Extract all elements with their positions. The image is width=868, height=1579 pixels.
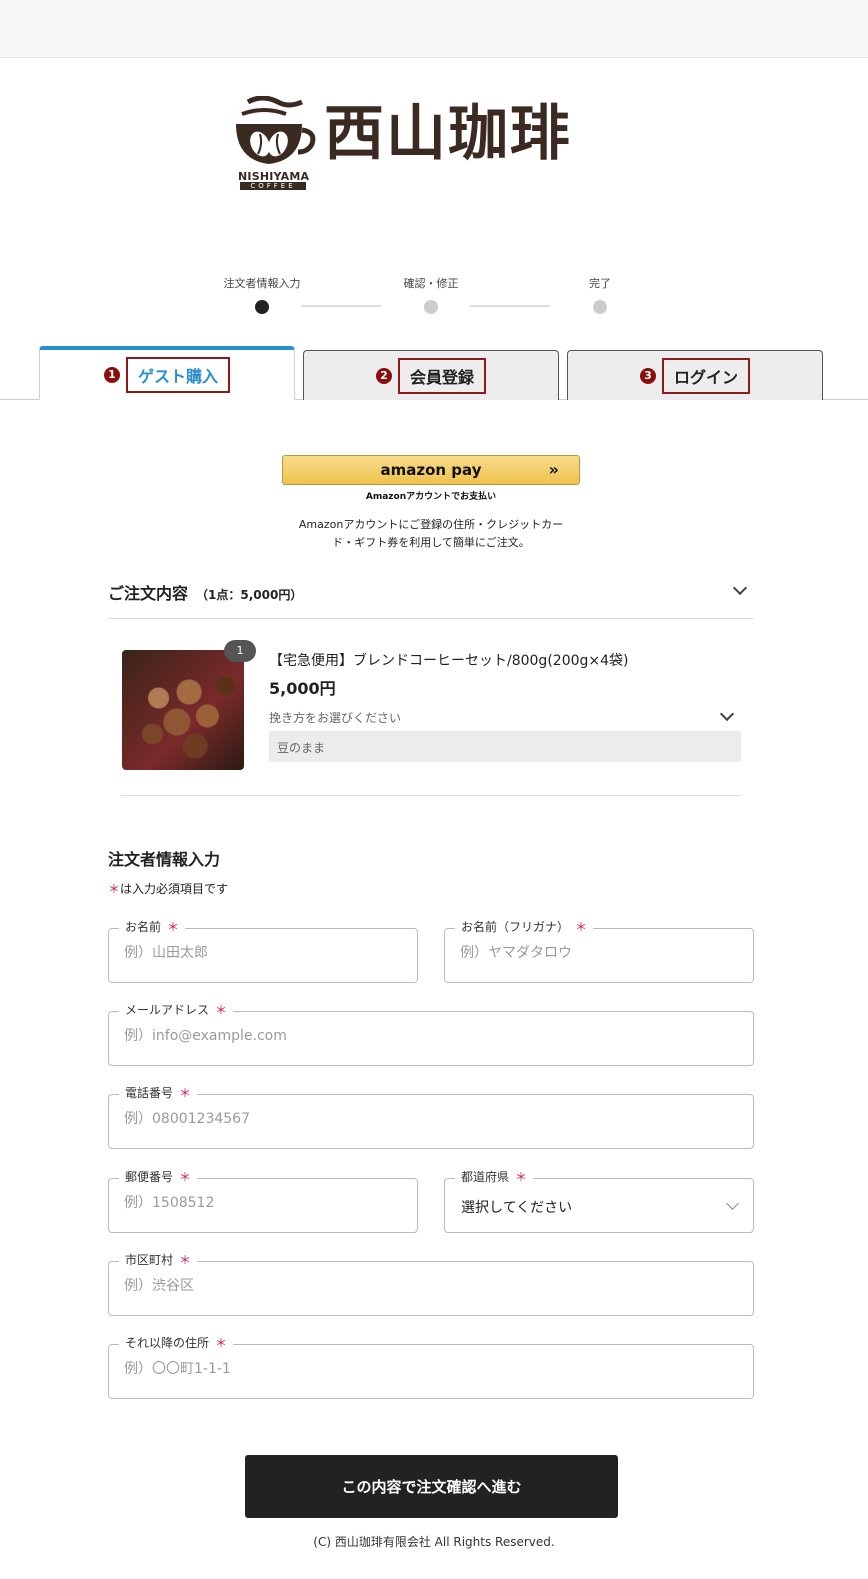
step-connector — [470, 305, 550, 307]
kana-field: お名前（フリガナ） ＊ — [444, 919, 754, 983]
field-label-text: 都道府県 — [461, 1170, 510, 1184]
tel-input[interactable] — [124, 1111, 672, 1127]
chevron-down-icon[interactable] — [719, 706, 735, 722]
field-label: それ以降の住所 ＊ — [119, 1335, 234, 1351]
field-label: メールアドレス ＊ — [119, 1002, 234, 1018]
product-name: 【宅急便用】ブレンドコーヒーセット/800g(200g×4袋) — [269, 653, 629, 669]
email-field: メールアドレス ＊ — [108, 1002, 754, 1066]
step-connector — [301, 305, 381, 307]
email-input[interactable] — [124, 1028, 672, 1044]
amazon-pay-button[interactable]: amazon pay » — [282, 455, 580, 485]
tab-number-badge: 1 — [103, 366, 120, 383]
tab-guest-purchase[interactable]: 1 ゲスト購入 — [39, 346, 295, 400]
prefecture-select[interactable]: 都道府県 ＊ 選択してください — [444, 1169, 754, 1233]
kana-input[interactable] — [460, 945, 722, 961]
product-image — [122, 650, 244, 770]
required-mark: ＊ — [179, 1170, 192, 1184]
field-label: お名前 ＊ — [119, 919, 186, 935]
required-mark: ＊ — [215, 1336, 228, 1350]
required-note-text: は入力必須項目です — [120, 882, 229, 896]
required-mark: ＊ — [108, 882, 121, 896]
field-label-text: お名前 — [125, 920, 162, 934]
chevron-down-icon[interactable] — [732, 580, 748, 596]
top-bar — [0, 0, 868, 58]
brand-sub2: COFFEE — [240, 182, 306, 190]
form-title: 注文者情報入力 — [108, 850, 221, 869]
divider — [108, 618, 754, 619]
address-field: それ以降の住所 ＊ — [108, 1335, 754, 1399]
name-field: お名前 ＊ — [108, 919, 418, 983]
field-label: 市区町村 ＊ — [119, 1252, 198, 1268]
step-dot-confirm — [424, 300, 438, 314]
tab-login[interactable]: 3 ログイン — [567, 350, 823, 400]
brand-logo[interactable]: 西山珈琲 NISHIYAMA COFFEE — [230, 96, 630, 192]
zip-field: 郵便番号 ＊ — [108, 1169, 418, 1233]
grind-option-label[interactable]: 挽き方をお選びください — [269, 709, 401, 726]
grind-option-value: 豆のまま — [269, 731, 741, 762]
order-summary-header[interactable]: ご注文内容 （1点：5,000円） — [108, 580, 302, 604]
amazon-pay-logo: amazon pay — [380, 461, 482, 479]
tab-number-badge: 3 — [639, 367, 656, 384]
brand-name: 西山珈琲 — [324, 99, 572, 169]
field-label-text: それ以降の住所 — [125, 1336, 210, 1350]
required-mark: ＊ — [179, 1253, 192, 1267]
required-mark: ＊ — [515, 1170, 528, 1184]
field-label-text: メールアドレス — [125, 1003, 210, 1017]
required-mark: ＊ — [575, 920, 588, 934]
quantity-badge: 1 — [224, 640, 256, 662]
step-dot-input — [255, 300, 269, 314]
product-price: 5,000円 — [269, 679, 336, 698]
copyright-footer: (C) 西山珈琲有限会社 All Rights Reserved. — [313, 1535, 555, 1549]
field-label-text: お名前（フリガナ） — [461, 920, 570, 934]
required-mark: ＊ — [179, 1086, 192, 1100]
field-label: 郵便番号 ＊ — [119, 1169, 198, 1185]
amazon-pay-description: Amazonアカウントにご登録の住所・クレジットカード・ギフト券を利用して簡単に… — [298, 518, 564, 549]
tab-label: 会員登録 — [397, 357, 486, 394]
tab-member-register[interactable]: 2 会員登録 — [303, 350, 559, 400]
amazon-pay-caption: Amazonアカウントでお支払い — [365, 492, 497, 502]
step-label-confirm: 確認・修正 — [403, 277, 459, 290]
city-input[interactable] — [124, 1278, 672, 1294]
tel-field: 電話番号 ＊ — [108, 1085, 754, 1149]
field-label-text: 郵便番号 — [125, 1170, 174, 1184]
field-label: 都道府県 ＊ — [455, 1169, 534, 1185]
required-mark: ＊ — [167, 920, 180, 934]
step-label-complete: 完了 — [589, 277, 611, 290]
field-label: お名前（フリガナ） ＊ — [455, 919, 594, 935]
confirm-order-button[interactable]: この内容で注文確認へ進む — [245, 1455, 618, 1518]
order-summary-title: ご注文内容 — [108, 584, 189, 603]
city-field: 市区町村 ＊ — [108, 1252, 754, 1316]
double-chevron-right-icon: » — [548, 460, 559, 479]
zip-input[interactable] — [124, 1195, 386, 1211]
address-input[interactable] — [124, 1361, 672, 1377]
tab-label: ログイン — [661, 357, 750, 394]
name-input[interactable] — [124, 945, 386, 961]
chevron-down-icon — [726, 1197, 739, 1210]
field-label: 電話番号 ＊ — [119, 1085, 198, 1101]
step-dot-complete — [593, 300, 607, 314]
order-summary-count: （1点：5,000円） — [196, 588, 303, 602]
tab-label: ゲスト購入 — [125, 356, 230, 393]
tab-number-badge: 2 — [375, 367, 392, 384]
field-label-text: 市区町村 — [125, 1253, 174, 1267]
coffee-cup-icon — [236, 96, 316, 164]
required-note: ＊は入力必須項目です — [108, 880, 228, 897]
required-mark: ＊ — [215, 1003, 228, 1017]
divider — [121, 795, 741, 796]
field-label-text: 電話番号 — [125, 1086, 174, 1100]
step-label-input: 注文者情報入力 — [223, 277, 301, 290]
prefecture-select-value: 選択してください — [461, 1200, 573, 1216]
